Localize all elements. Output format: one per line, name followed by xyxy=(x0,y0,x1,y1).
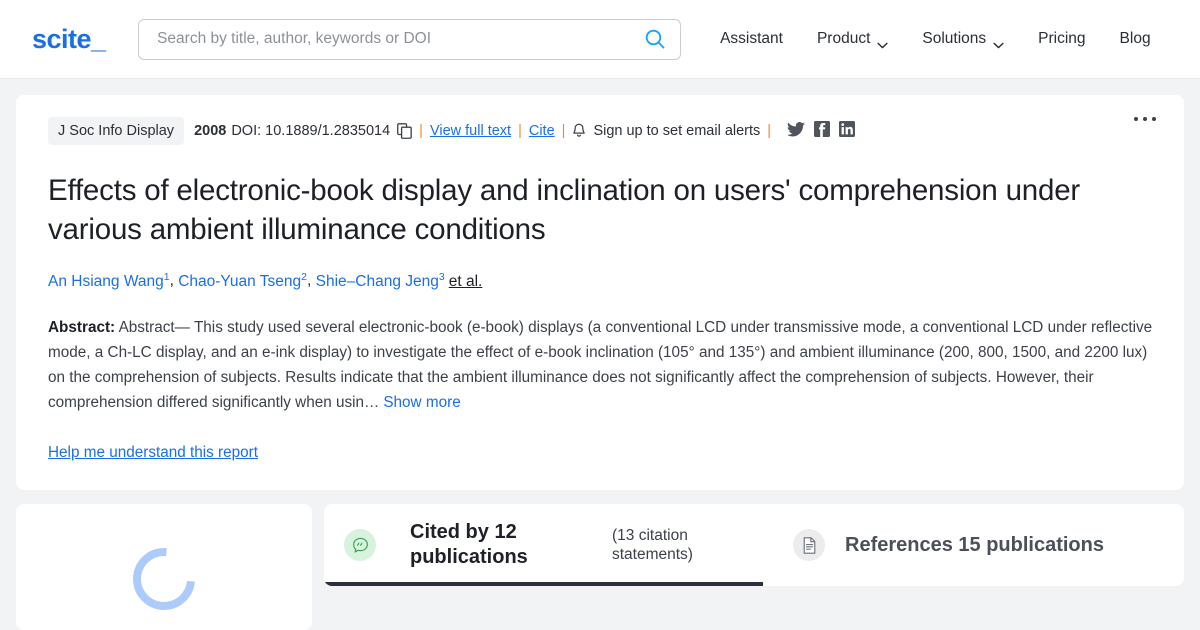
author-affiliation: 3 xyxy=(438,270,445,283)
bell-icon[interactable] xyxy=(572,123,586,139)
abstract-body: Abstract— This study used several electr… xyxy=(48,319,1153,411)
paper-card: J Soc Info Display 2008 DOI: 10.1889/1.2… xyxy=(16,95,1184,491)
et-al-link[interactable]: et al. xyxy=(449,273,483,290)
scite-logo[interactable]: scite_ xyxy=(32,23,106,55)
nav-item-pricing[interactable]: Pricing xyxy=(1021,22,1102,56)
help-understand-report-link[interactable]: Help me understand this report xyxy=(48,444,258,462)
nav-label: Blog xyxy=(1119,30,1151,47)
tab-cited-by-sublabel: (13 citation statements) xyxy=(612,526,693,564)
author-link[interactable]: Chao-Yuan Tseng2 xyxy=(178,270,307,290)
meta-separator: | xyxy=(767,123,772,139)
search-icon[interactable] xyxy=(644,28,666,50)
nav-label: Solutions xyxy=(922,30,987,47)
citation-tabs: Cited by 12 publications (13 citation st… xyxy=(324,504,1184,587)
author-list: An Hsiang Wang1, Chao-Yuan Tseng2, Shie–… xyxy=(48,269,1156,292)
nav-label: Assistant xyxy=(720,30,783,47)
show-more-link[interactable]: Show more xyxy=(383,394,460,411)
page-title: Effects of electronic-book display and i… xyxy=(48,174,1081,247)
chevron-down-icon xyxy=(877,36,889,48)
nav-item-blog[interactable]: Blog xyxy=(1103,22,1168,56)
author-link[interactable]: Shie–Chang Jeng3 xyxy=(315,270,445,290)
document-icon xyxy=(793,529,825,562)
meta-separator: | xyxy=(419,123,423,139)
quote-bubble-icon xyxy=(344,529,376,562)
nav-label: Product xyxy=(816,30,871,47)
tab-cited-by-label: Cited by 12 publications xyxy=(410,520,528,569)
bottom-row: Cited by 12 publications (13 citation st… xyxy=(16,504,1184,630)
loading-spinner xyxy=(120,535,208,624)
logo-underscore: _ xyxy=(91,23,106,54)
site-header: scite_ Assistant Product Solutions xyxy=(0,0,1200,79)
chevron-down-icon xyxy=(993,36,1004,48)
loading-panel xyxy=(16,504,312,630)
author-name: An Hsiang Wang xyxy=(48,272,164,290)
abstract-label: Abstract: xyxy=(48,319,116,337)
nav-label: Pricing xyxy=(1038,30,1086,47)
meta-separator: | xyxy=(518,123,522,139)
facebook-icon[interactable] xyxy=(814,121,831,141)
author-name: Chao-Yuan Tseng xyxy=(178,272,302,290)
nav-item-product[interactable]: Product xyxy=(800,22,905,56)
email-alerts-link[interactable]: Sign up to set email alerts xyxy=(593,123,760,139)
view-full-text-link[interactable]: View full text xyxy=(430,123,511,139)
search-box[interactable] xyxy=(138,18,682,60)
tab-references-label: References 15 publications xyxy=(845,533,1104,556)
nav-item-assistant[interactable]: Assistant xyxy=(703,22,800,56)
nav-item-solutions[interactable]: Solutions xyxy=(905,22,1021,56)
main-nav: Assistant Product Solutions Pricing Blog xyxy=(703,22,1168,56)
abstract-text: Abstract: Abstract— This study used seve… xyxy=(48,316,1156,415)
publication-year: 2008 xyxy=(194,123,227,139)
copy-icon[interactable] xyxy=(397,123,412,139)
cite-link[interactable]: Cite xyxy=(529,123,555,139)
author-separator: , xyxy=(169,272,179,290)
more-options-icon[interactable] xyxy=(1128,111,1162,127)
logo-text: scite xyxy=(32,23,92,54)
tab-cited-by[interactable]: Cited by 12 publications (13 citation st… xyxy=(324,504,763,587)
paper-meta-row: J Soc Info Display 2008 DOI: 10.1889/1.2… xyxy=(48,117,1156,145)
tab-references[interactable]: References 15 publications xyxy=(763,504,1132,586)
twitter-icon[interactable] xyxy=(787,121,806,141)
meta-separator: | xyxy=(561,123,566,139)
journal-badge[interactable]: J Soc Info Display xyxy=(48,117,185,145)
doi-text: DOI: 10.1889/1.2835014 xyxy=(231,123,391,139)
author-separator: , xyxy=(307,272,316,290)
page-body: J Soc Info Display 2008 DOI: 10.1889/1.2… xyxy=(0,79,1200,630)
search-input[interactable] xyxy=(155,29,645,49)
social-links xyxy=(787,121,856,141)
author-name: Shie–Chang Jeng xyxy=(315,272,439,290)
linkedin-icon[interactable] xyxy=(839,121,856,141)
author-link[interactable]: An Hsiang Wang1 xyxy=(48,270,170,290)
